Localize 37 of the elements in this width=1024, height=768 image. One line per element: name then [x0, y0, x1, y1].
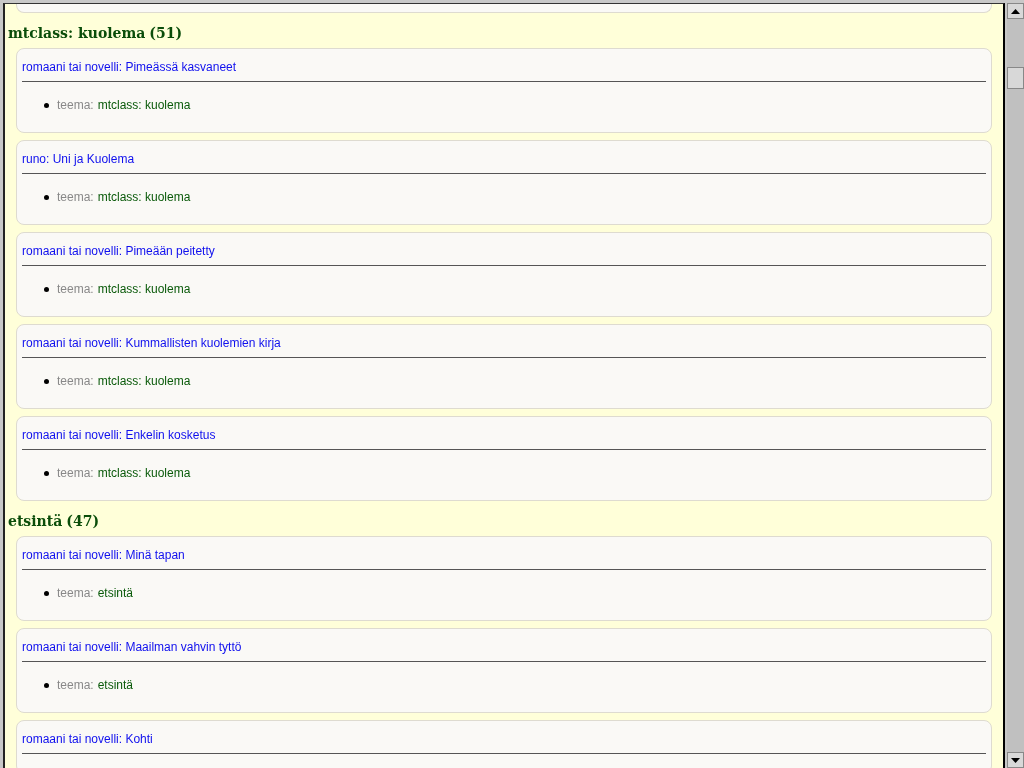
entry-link[interactable]: romaani tai novelli: Maailman vahvin tyttö — [22, 639, 242, 655]
property-label: teema: — [57, 189, 94, 205]
entry-link[interactable]: romaani tai novelli: Pimeään peitetty — [22, 243, 215, 259]
scroll-up-icon[interactable] — [1007, 3, 1024, 19]
bullet-icon — [44, 590, 49, 596]
property-value: etsintä — [97, 585, 134, 601]
property-value: mtclass: kuolema — [97, 97, 191, 113]
entry-link[interactable]: runo: Uni ja Kuolema — [22, 151, 135, 167]
entry-link[interactable]: romaani tai novelli: Pimeässä kasvaneet — [22, 59, 237, 75]
bullet-icon — [44, 378, 49, 384]
section-count: (47) — [66, 513, 100, 529]
entry-link[interactable]: romaani tai novelli: Minä tapan — [22, 547, 185, 563]
bullet-icon — [44, 194, 49, 200]
section-heading: mtclass: kuolema — [8, 25, 146, 41]
entry-link[interactable]: romaani tai novelli: Kohti — [22, 731, 153, 747]
scroll-thumb[interactable] — [1007, 67, 1024, 89]
section-heading: etsintä — [8, 513, 63, 529]
bullet-icon — [44, 682, 49, 688]
scroll-down-icon[interactable] — [1007, 752, 1024, 768]
property-label: teema: — [57, 97, 94, 113]
entry-link[interactable]: romaani tai novelli: Kummallisten kuolemien kirja — [22, 335, 281, 351]
property-value: mtclass: kuolema — [97, 373, 191, 389]
bullet-icon — [44, 470, 49, 476]
property-label: teema: — [57, 373, 94, 389]
entry-link[interactable]: romaani tai novelli: Enkelin kosketus — [22, 427, 216, 443]
property-value: mtclass: kuolema — [97, 189, 191, 205]
property-value: etsintä — [97, 677, 134, 693]
property-value: mtclass: kuolema — [97, 465, 191, 481]
bullet-icon — [44, 102, 49, 108]
property-label: teema: — [57, 465, 94, 481]
scrollbar[interactable] — [1007, 3, 1024, 768]
property-label: teema: — [57, 585, 94, 601]
property-label: teema: — [57, 281, 94, 297]
bullet-icon — [44, 286, 49, 292]
property-value: mtclass: kuolema — [97, 281, 191, 297]
section-count: (51) — [149, 25, 183, 41]
property-label: teema: — [57, 677, 94, 693]
